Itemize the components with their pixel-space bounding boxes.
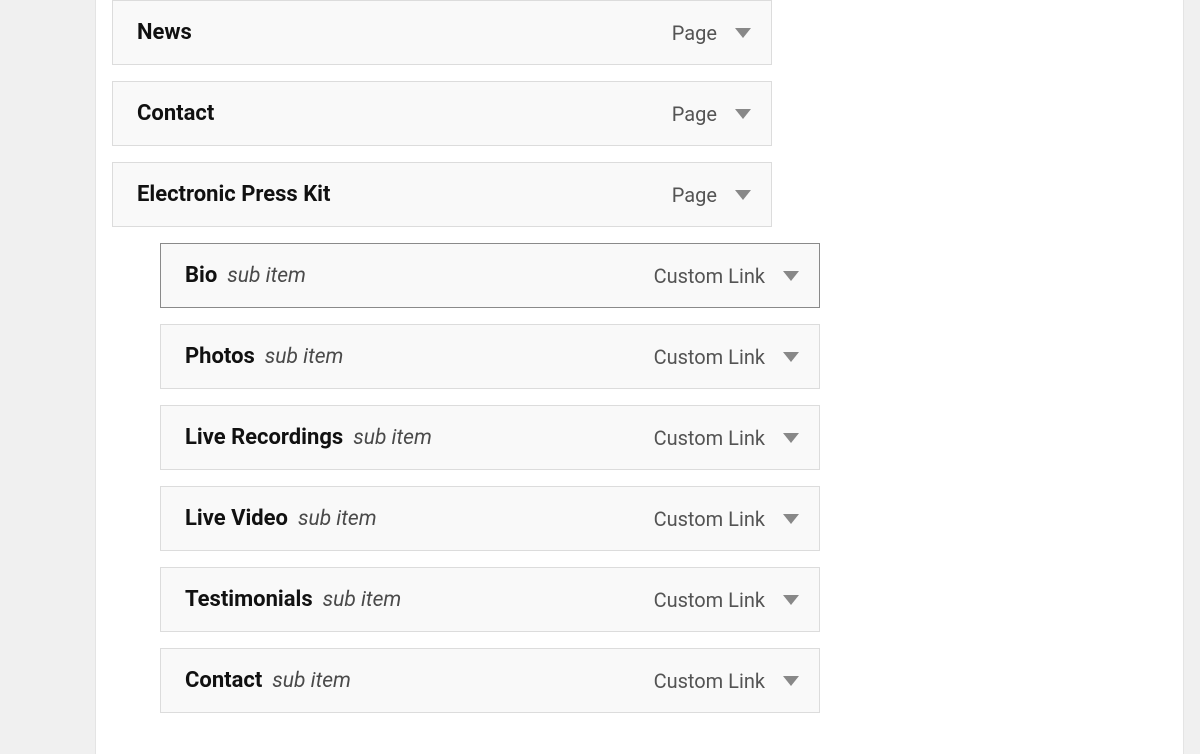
menu-item-right: Custom Link	[654, 588, 799, 612]
menu-item-title: Contact	[185, 668, 262, 693]
menu-item-type: Custom Link	[654, 507, 765, 531]
chevron-down-icon[interactable]	[783, 352, 799, 362]
menu-item-subtitle: sub item	[353, 426, 432, 450]
menu-item-title: Live Recordings	[185, 425, 343, 450]
menu-item-subtitle: sub item	[265, 345, 344, 369]
menu-item-type: Custom Link	[654, 669, 765, 693]
menu-item-right: Custom Link	[654, 264, 799, 288]
menu-item-contact-sub[interactable]: Contact sub item Custom Link	[160, 648, 820, 713]
chevron-down-icon[interactable]	[783, 676, 799, 686]
menu-item-right: Page	[672, 102, 751, 126]
menu-item-electronic-press-kit[interactable]: Electronic Press Kit Page	[112, 162, 772, 227]
menu-item-photos[interactable]: Photos sub item Custom Link	[160, 324, 820, 389]
menu-item-left: Contact	[137, 101, 214, 126]
menu-item-live-recordings[interactable]: Live Recordings sub item Custom Link	[160, 405, 820, 470]
menu-item-title: Bio	[185, 263, 217, 288]
menu-item-subtitle: sub item	[272, 669, 351, 693]
menu-item-title: Live Video	[185, 506, 288, 531]
chevron-down-icon[interactable]	[783, 595, 799, 605]
menu-item-right: Custom Link	[654, 345, 799, 369]
menu-item-left: Contact sub item	[185, 668, 351, 693]
menu-item-live-video[interactable]: Live Video sub item Custom Link	[160, 486, 820, 551]
menu-item-title: Photos	[185, 344, 255, 369]
menu-item-left: Electronic Press Kit	[137, 182, 330, 207]
chevron-down-icon[interactable]	[783, 271, 799, 281]
menu-item-right: Custom Link	[654, 507, 799, 531]
menu-item-testimonials[interactable]: Testimonials sub item Custom Link	[160, 567, 820, 632]
chevron-down-icon[interactable]	[735, 109, 751, 119]
menu-item-type: Page	[672, 21, 717, 45]
chevron-down-icon[interactable]	[783, 514, 799, 524]
menu-item-bio[interactable]: Bio sub item Custom Link	[160, 243, 820, 308]
menu-item-left: News	[137, 20, 192, 45]
menu-item-contact[interactable]: Contact Page	[112, 81, 772, 146]
menu-item-subtitle: sub item	[298, 507, 377, 531]
menu-item-right: Page	[672, 21, 751, 45]
menu-item-title: News	[137, 20, 192, 45]
menu-item-subtitle: sub item	[323, 588, 402, 612]
menu-item-left: Live Video sub item	[185, 506, 377, 531]
menu-item-right: Custom Link	[654, 669, 799, 693]
menu-item-right: Custom Link	[654, 426, 799, 450]
menu-item-left: Bio sub item	[185, 263, 306, 288]
menu-item-title: Contact	[137, 101, 214, 126]
menu-item-type: Custom Link	[654, 345, 765, 369]
menu-item-title: Testimonials	[185, 587, 313, 612]
menu-editor-panel: News Page Contact Page Electronic Press …	[95, 0, 1184, 754]
menu-items-list: News Page Contact Page Electronic Press …	[112, 0, 1167, 713]
menu-item-type: Custom Link	[654, 588, 765, 612]
chevron-down-icon[interactable]	[783, 433, 799, 443]
menu-item-type: Custom Link	[654, 264, 765, 288]
menu-item-right: Page	[672, 183, 751, 207]
menu-item-left: Testimonials sub item	[185, 587, 401, 612]
chevron-down-icon[interactable]	[735, 190, 751, 200]
menu-item-title: Electronic Press Kit	[137, 182, 330, 207]
menu-item-left: Photos sub item	[185, 344, 343, 369]
menu-item-type: Page	[672, 102, 717, 126]
menu-item-news[interactable]: News Page	[112, 0, 772, 65]
menu-item-left: Live Recordings sub item	[185, 425, 432, 450]
menu-item-subtitle: sub item	[227, 264, 306, 288]
chevron-down-icon[interactable]	[735, 28, 751, 38]
menu-item-type: Page	[672, 183, 717, 207]
menu-item-type: Custom Link	[654, 426, 765, 450]
